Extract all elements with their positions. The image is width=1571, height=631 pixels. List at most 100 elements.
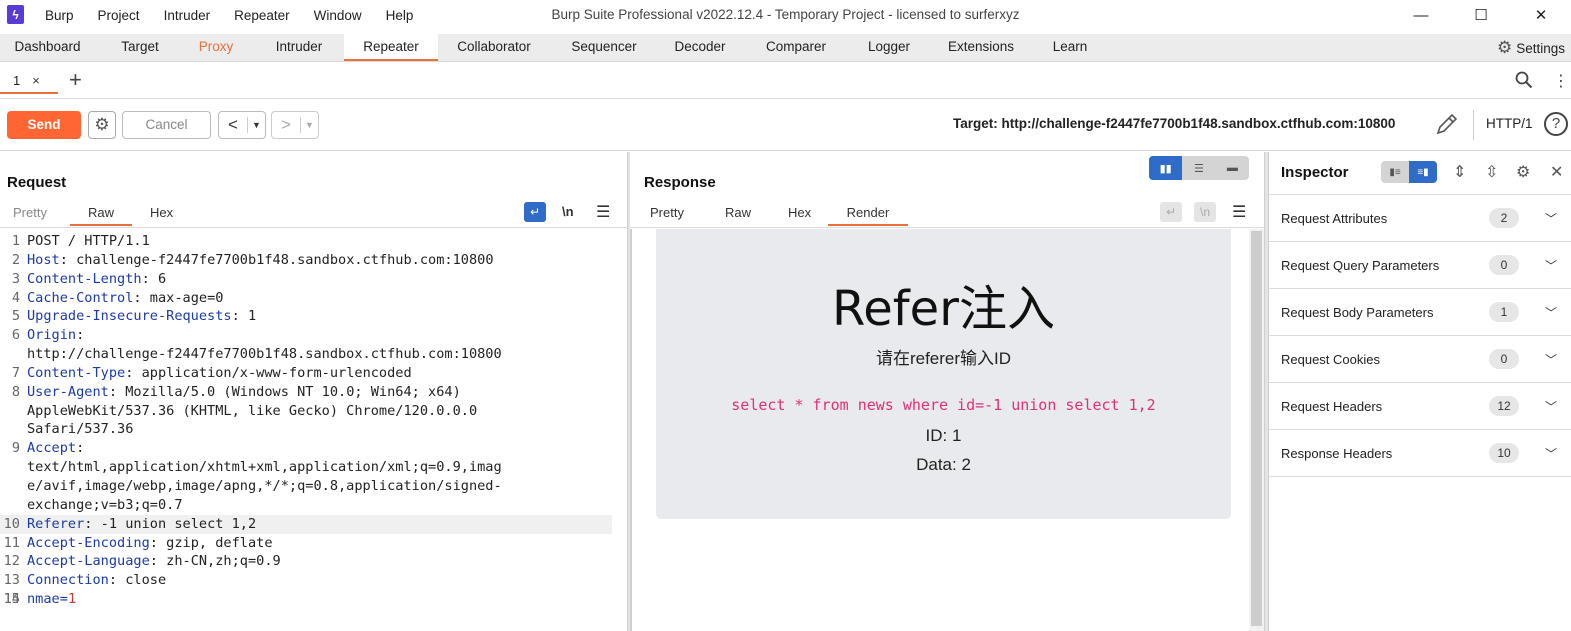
- tab-target[interactable]: Target: [104, 34, 176, 61]
- tab-repeater[interactable]: Repeater: [344, 34, 438, 61]
- more-options-icon[interactable]: ⋮: [1553, 71, 1569, 91]
- request-line[interactable]: 15 nmae=1: [0, 590, 612, 609]
- menu-intruder[interactable]: Intruder: [164, 8, 211, 23]
- header-name: Cache-Control: [27, 289, 134, 306]
- request-line[interactable]: exchange;v=b3;q=0.7: [0, 496, 612, 515]
- inspector-section-response-headers[interactable]: Response Headers 10 ﹀: [1269, 430, 1571, 477]
- send-button[interactable]: Send: [7, 111, 81, 139]
- request-line[interactable]: 8 User-Agent: Mozilla/5.0 (Windows NT 10.…: [0, 383, 612, 402]
- inspector-section-request-cookies[interactable]: Request Cookies 0 ﹀: [1269, 336, 1571, 383]
- response-tab-hex[interactable]: Hex: [788, 205, 811, 220]
- menu-window[interactable]: Window: [314, 8, 362, 23]
- history-back-button[interactable]: < ▼: [218, 111, 266, 139]
- send-settings-button[interactable]: ⚙: [88, 111, 116, 139]
- request-editor[interactable]: 1 POST / HTTP/1.1 2 Host: challenge-f2447fe…: [0, 232, 612, 609]
- tab-collaborator[interactable]: Collaborator: [444, 34, 544, 61]
- menu-repeater[interactable]: Repeater: [234, 8, 290, 23]
- repeater-toolbar: Send ⚙ Cancel < ▼ > ▼ Target: http://cha…: [0, 99, 1571, 151]
- request-line[interactable]: 4 Cache-Control: max-age=0: [0, 289, 612, 308]
- request-line[interactable]: 9 Accept:: [0, 439, 612, 458]
- edit-target-icon[interactable]: [1434, 111, 1460, 140]
- request-line[interactable]: 2 Host: challenge-f2447fe7700b1f48.sandbo…: [0, 251, 612, 270]
- request-line[interactable]: 12 Accept-Language: zh-CN,zh;q=0.9: [0, 552, 612, 571]
- search-icon[interactable]: [1515, 71, 1533, 92]
- request-line[interactable]: 13 Connection: close: [0, 571, 612, 590]
- line-number: 1: [11, 233, 20, 249]
- maximize-button[interactable]: ☐: [1451, 0, 1511, 30]
- layout-tabs-icon[interactable]: ▬: [1216, 156, 1249, 180]
- request-tab-pretty[interactable]: Pretty: [13, 205, 47, 220]
- hamburger-menu-icon[interactable]: ☰: [596, 202, 610, 222]
- add-tab-button[interactable]: +: [69, 67, 82, 93]
- close-inspector-icon[interactable]: ✕: [1550, 162, 1563, 182]
- repeater-tab-1[interactable]: 1 ×: [0, 68, 58, 94]
- http-version-toggle[interactable]: HTTP/1: [1486, 116, 1533, 131]
- section-label: Request Cookies: [1281, 351, 1380, 367]
- main-tab-bar: Dashboard Target Proxy Intruder Repeater…: [0, 34, 1571, 62]
- collapse-all-icon[interactable]: ⇳: [1485, 162, 1498, 182]
- request-line[interactable]: 5 Upgrade-Insecure-Requests: 1: [0, 307, 612, 326]
- inspector-section-request-query-parameters[interactable]: Request Query Parameters 0 ﹀: [1269, 242, 1571, 289]
- request-line[interactable]: http://challenge-f2447fe7700b1f48.sandbo…: [0, 345, 612, 364]
- rendered-data-line: Data: 2: [916, 455, 971, 474]
- tab-proxy[interactable]: Proxy: [180, 34, 252, 61]
- request-line[interactable]: 7 Content-Type: application/x-www-form-ur…: [0, 364, 612, 383]
- tab-extensions[interactable]: Extensions: [937, 34, 1025, 61]
- tab-intruder[interactable]: Intruder: [260, 34, 338, 61]
- burp-logo-icon: ϟ: [7, 5, 24, 24]
- request-line[interactable]: AppleWebKit/537.36 (KHTML, like Gecko) C…: [0, 402, 612, 421]
- request-line[interactable]: text/html,application/xhtml+xml,applicat…: [0, 458, 612, 477]
- cancel-button[interactable]: Cancel: [122, 111, 211, 139]
- inspector-layout-panel-icon[interactable]: ≡▮: [1409, 161, 1437, 183]
- menu-help[interactable]: Help: [386, 8, 414, 23]
- minimize-button[interactable]: —: [1391, 0, 1451, 30]
- request-line[interactable]: 10 Referer: -1 union select 1,2: [0, 514, 612, 534]
- dropdown-icon[interactable]: ▼: [247, 117, 265, 133]
- inspector-layout-list-icon[interactable]: ▮≡: [1381, 161, 1409, 183]
- inspector-section-request-attributes[interactable]: Request Attributes 2 ﹀: [1269, 195, 1571, 242]
- scrollbar-thumb[interactable]: [1251, 231, 1262, 626]
- section-count-badge: 0: [1489, 255, 1519, 275]
- request-tab-raw[interactable]: Raw: [70, 205, 132, 226]
- tab-logger[interactable]: Logger: [856, 34, 922, 61]
- close-window-button[interactable]: ✕: [1511, 0, 1571, 30]
- request-line[interactable]: 1 POST / HTTP/1.1: [0, 232, 612, 251]
- inspector-settings-gear-icon[interactable]: ⚙: [1516, 162, 1530, 182]
- tab-comparer[interactable]: Comparer: [752, 34, 840, 61]
- separator: :: [125, 364, 142, 381]
- response-tab-render[interactable]: Render: [828, 205, 908, 226]
- tab-sequencer[interactable]: Sequencer: [561, 34, 647, 61]
- separator: :: [108, 383, 126, 400]
- rendered-page-card: Refer注入 请在referer输入ID select * from news…: [656, 229, 1231, 519]
- layout-side-by-side-icon[interactable]: ▮▮: [1149, 156, 1183, 180]
- response-tab-raw[interactable]: Raw: [725, 205, 751, 220]
- dropdown-icon[interactable]: ▼: [300, 117, 318, 133]
- menu-project[interactable]: Project: [98, 8, 140, 23]
- request-line[interactable]: 11 Accept-Encoding: gzip, deflate: [0, 534, 612, 553]
- inspector-section-request-body-parameters[interactable]: Request Body Parameters 1 ﹀: [1269, 289, 1571, 336]
- request-tab-hex[interactable]: Hex: [150, 205, 173, 220]
- tab-dashboard[interactable]: Dashboard: [0, 34, 95, 61]
- header-value: max-age=0: [149, 289, 224, 306]
- inspector-section-request-headers[interactable]: Request Headers 12 ﹀: [1269, 383, 1571, 430]
- response-scrollbar[interactable]: [1249, 229, 1264, 631]
- history-forward-button[interactable]: > ▼: [271, 111, 319, 139]
- help-icon[interactable]: ?: [1544, 112, 1568, 136]
- layout-stacked-icon[interactable]: ☰: [1182, 156, 1215, 180]
- request-line[interactable]: 3 Content-Length: 6: [0, 270, 612, 289]
- expand-all-icon[interactable]: ⇕: [1453, 162, 1466, 182]
- tab-learn[interactable]: Learn: [1042, 34, 1098, 61]
- close-tab-icon[interactable]: ×: [32, 73, 40, 88]
- request-line[interactable]: e/avif,image/webp,image/apng,*/*;q=0.8,a…: [0, 477, 612, 496]
- tab-decoder[interactable]: Decoder: [664, 34, 736, 61]
- request-line[interactable]: 6 Origin:: [0, 326, 612, 345]
- response-tab-pretty[interactable]: Pretty: [650, 205, 684, 220]
- hamburger-menu-icon[interactable]: ☰: [1232, 202, 1246, 222]
- word-wrap-icon[interactable]: ↵: [524, 202, 546, 222]
- toolbar-divider: [1473, 110, 1474, 140]
- menu-burp[interactable]: Burp: [45, 8, 74, 23]
- line-number: 5: [11, 308, 20, 325]
- show-newlines-toggle[interactable]: \n: [562, 204, 574, 219]
- request-line[interactable]: Safari/537.36: [0, 420, 612, 439]
- settings-button[interactable]: ⚙ Settings: [1497, 38, 1565, 58]
